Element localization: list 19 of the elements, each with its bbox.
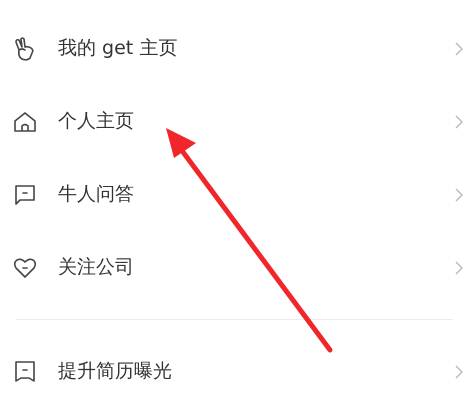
chevron-icon [455,364,463,378]
menu-label: 关注公司 [58,255,134,280]
menu-item[interactable]: 提升简历曝光 [0,335,469,408]
heart-icon [13,256,37,278]
menu-label: 我的 get 主页 [58,36,178,62]
chat-icon [14,184,36,206]
home-icon [13,110,37,132]
chevron-icon [455,260,463,274]
chevron-icon [455,114,463,128]
menu-label: 个人主页 [58,109,134,134]
chevron-icon [455,42,463,56]
menu-item[interactable]: 我的 get 主页 [0,12,469,85]
menu-label: 提升简历曝光 [58,359,172,384]
menu-item[interactable]: 关注公司 [0,231,469,304]
menu-item[interactable]: 牛人问答 [0,158,469,231]
menu-item[interactable]: 个人主页 [0,85,469,158]
bookmark-icon [14,360,36,384]
menu-label: 牛人问答 [58,182,134,208]
chevron-icon [455,188,463,202]
